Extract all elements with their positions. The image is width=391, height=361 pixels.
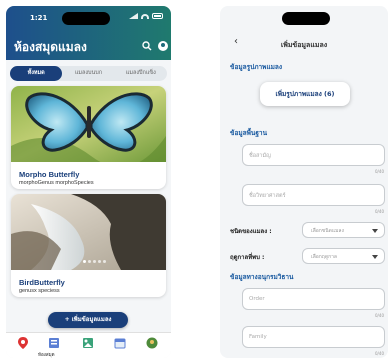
section-photo-label: ข้อมูลรูปภาพแมลง: [230, 63, 283, 71]
add-insect-button[interactable]: + เพิ่มข้อมูลแมลง: [48, 312, 128, 328]
section-basic-label: ข้อมูลพื้นฐาน: [230, 129, 268, 137]
profile-avatar-icon[interactable]: [145, 337, 159, 349]
signal-icon: [129, 13, 138, 19]
map-pin-icon[interactable]: [16, 337, 30, 349]
scientific-name-placeholder: ชื่อวิทยาศาสตร์: [249, 193, 286, 199]
insect-photo-birdbutterfly: [11, 194, 166, 270]
insect-name: Morpho Butterfly: [19, 170, 80, 179]
season-label: ฤดูกาลที่พบ :: [230, 254, 265, 261]
app-title: ห้องสมุดแมลง: [14, 40, 87, 54]
family-placeholder: Family: [249, 334, 267, 340]
insect-name: BirdButterfly: [19, 278, 65, 287]
bottom-navigation: ห้องสมุด: [6, 332, 171, 358]
common-name-placeholder: ชื่อสามัญ: [249, 153, 271, 159]
common-name-field[interactable]: ชื่อสามัญ: [242, 144, 385, 166]
chevron-down-icon: [372, 229, 378, 233]
section-taxonomy-label: ข้อมูลทางอนุกรมวิธาน: [230, 273, 294, 281]
tab-all[interactable]: ทั้งหมด: [10, 66, 63, 81]
add-insect-form-screen: ‹ เพิ่มข้อมูลแมลง ข้อมูลรูปภาพแมลง เพิ่ม…: [220, 6, 388, 358]
category-tabs: ทั้งหมด แมลงบนบก แมลงปีกแข็ง: [10, 66, 167, 81]
insect-card[interactable]: Morpho Butterfly morphoGenus morphoSpeci…: [11, 86, 166, 189]
dynamic-island: [282, 12, 330, 25]
calendar-icon[interactable]: [113, 337, 127, 349]
common-name-counter: 0/40: [375, 169, 384, 174]
carousel-dot[interactable]: [98, 260, 101, 263]
insect-scientific-name: genusx speciess: [19, 288, 60, 294]
family-counter: 0/40: [375, 351, 384, 356]
insect-scientific-name: morphoGenus morphoSpecies: [19, 180, 94, 186]
carousel-dot[interactable]: [88, 260, 91, 263]
order-field[interactable]: Order: [242, 288, 385, 310]
carousel-dot[interactable]: [83, 260, 86, 263]
book-icon[interactable]: [47, 337, 61, 349]
status-icons: [129, 13, 163, 19]
app-header: 1:21 ห้องสมุดแมลง: [6, 6, 171, 60]
family-field[interactable]: Family: [242, 326, 385, 348]
season-placeholder: เลือกฤดูกาล: [311, 254, 337, 260]
insect-type-placeholder: เลือกชนิดแมลง: [311, 228, 344, 234]
insect-photo-morpho: [11, 86, 166, 162]
order-counter: 0/40: [375, 313, 384, 318]
carousel-dot[interactable]: [93, 260, 96, 263]
carousel-dot[interactable]: [103, 260, 106, 263]
add-photo-button[interactable]: เพิ่มรูปภาพแมลง (6): [260, 82, 350, 106]
nav-label-library: ห้องสมุด: [38, 353, 55, 358]
tab-beetles[interactable]: แมลงปีกแข็ง: [115, 66, 167, 81]
tab-land-insects[interactable]: แมลงบนบก: [62, 66, 114, 81]
insect-type-select[interactable]: เลือกชนิดแมลง: [302, 222, 385, 238]
account-icon[interactable]: [158, 41, 168, 51]
dynamic-island: [62, 12, 110, 25]
wifi-icon: [141, 13, 149, 19]
insect-type-label: ชนิดของแมลง :: [230, 228, 272, 235]
insect-library-screen: 1:21 ห้องสมุดแมลง ทั้งหมด แมลงบนบก แมลงป…: [6, 6, 171, 358]
chevron-down-icon: [372, 255, 378, 259]
image-icon[interactable]: [81, 337, 95, 349]
battery-icon: [152, 13, 163, 19]
carousel-dots: [83, 260, 106, 263]
insect-card[interactable]: BirdButterfly genusx speciess: [11, 194, 166, 297]
season-select[interactable]: เลือกฤดูกาล: [302, 248, 385, 264]
page-title: เพิ่มข้อมูลแมลง: [280, 41, 328, 49]
search-icon[interactable]: [142, 41, 152, 51]
scientific-name-counter: 0/40: [375, 209, 384, 214]
status-time: 1:21: [30, 14, 48, 22]
scientific-name-field[interactable]: ชื่อวิทยาศาสตร์: [242, 184, 385, 206]
order-placeholder: Order: [249, 296, 265, 302]
